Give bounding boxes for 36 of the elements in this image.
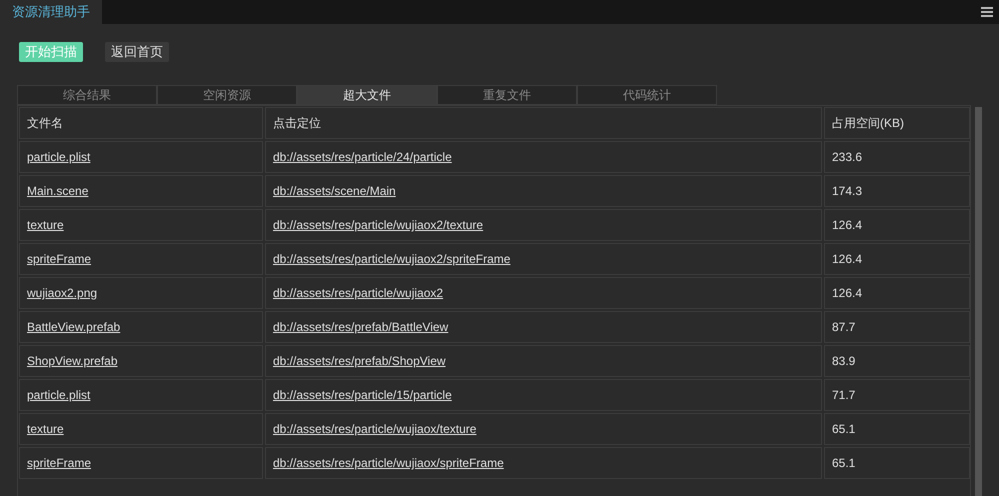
table-cell-text: 83.9 bbox=[832, 353, 856, 370]
table-cell-text: 126.4 bbox=[832, 217, 862, 234]
tab[interactable]: 代码统计 bbox=[577, 85, 717, 105]
window-title[interactable]: 资源清理助手 bbox=[0, 0, 102, 24]
file-link[interactable]: particle.plist bbox=[27, 148, 90, 166]
table-cell-text: 71.7 bbox=[832, 387, 856, 404]
tab[interactable]: 综合结果 bbox=[17, 85, 157, 105]
location-link[interactable]: db://assets/res/particle/15/particle bbox=[273, 386, 452, 404]
table-cell-text: 87.7 bbox=[832, 319, 856, 336]
column-header: 占用空间(KB) bbox=[824, 107, 970, 139]
file-link[interactable]: spriteFrame bbox=[27, 454, 92, 472]
column-header: 文件名 bbox=[19, 107, 263, 139]
file-link[interactable]: texture bbox=[27, 420, 64, 438]
table-cell-text: 65.1 bbox=[832, 455, 856, 472]
file-link[interactable]: wujiaox2.png bbox=[27, 284, 98, 302]
location-link[interactable]: db://assets/res/prefab/BattleView bbox=[273, 318, 448, 336]
table-cell-text: 126.4 bbox=[832, 251, 862, 268]
file-link[interactable]: texture bbox=[27, 216, 64, 234]
location-link[interactable]: db://assets/res/prefab/ShopView bbox=[273, 352, 446, 370]
menu-icon[interactable] bbox=[981, 7, 993, 17]
table-cell-text: 174.3 bbox=[832, 183, 862, 200]
location-link[interactable]: db://assets/scene/Main bbox=[273, 182, 396, 200]
tab[interactable]: 超大文件 bbox=[297, 85, 437, 105]
tab[interactable]: 重复文件 bbox=[437, 85, 577, 105]
file-link[interactable]: spriteFrame bbox=[27, 250, 92, 268]
table-cell-text: 65.1 bbox=[832, 421, 856, 438]
tab[interactable]: 空闲资源 bbox=[157, 85, 297, 105]
action-button[interactable]: 返回首页 bbox=[105, 42, 169, 62]
location-link[interactable]: db://assets/res/particle/24/particle bbox=[273, 148, 452, 166]
column-header: 点击定位 bbox=[265, 107, 822, 139]
location-link[interactable]: db://assets/res/particle/wujiaox2 bbox=[273, 284, 444, 302]
file-link[interactable]: Main.scene bbox=[27, 182, 88, 200]
table-cell-text: 233.6 bbox=[832, 149, 862, 166]
table-cell-text: 126.4 bbox=[832, 285, 862, 302]
file-link[interactable]: particle.plist bbox=[27, 386, 90, 404]
scrollbar[interactable] bbox=[975, 107, 982, 496]
